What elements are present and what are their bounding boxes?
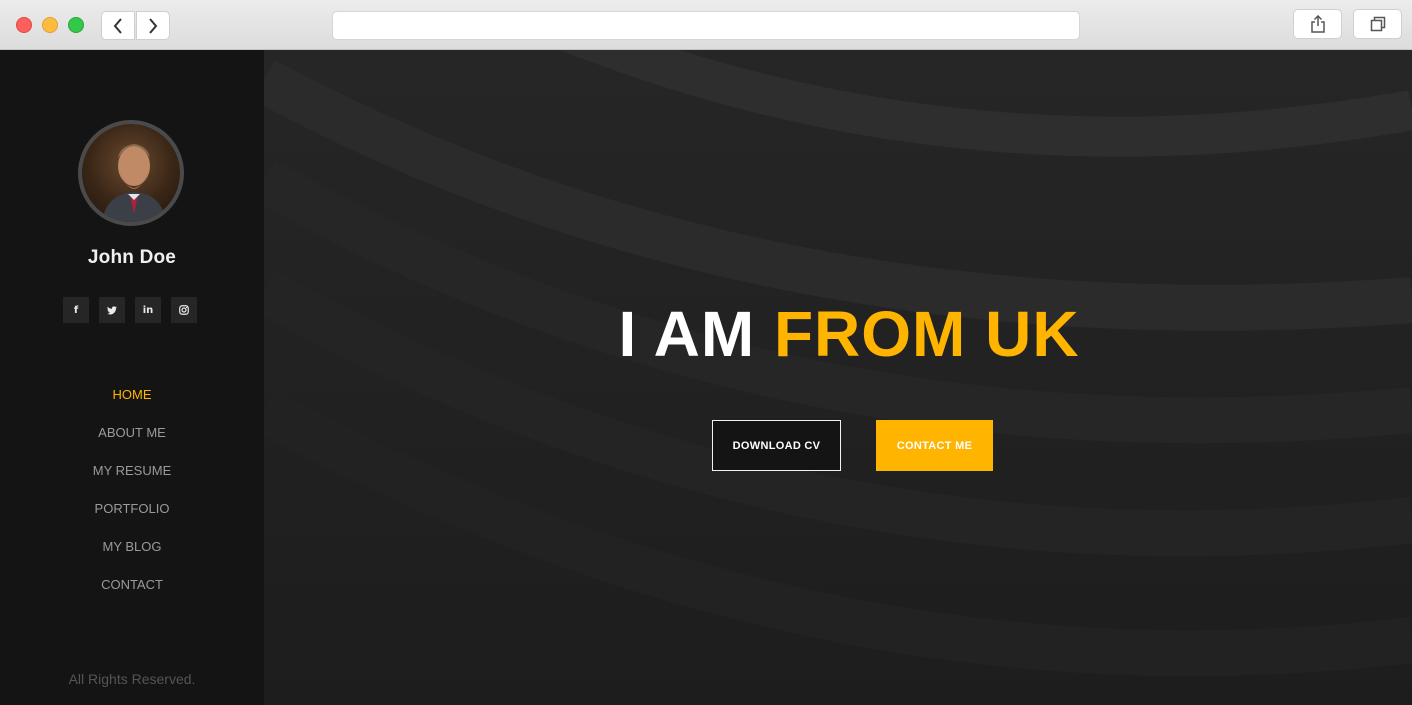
close-window-icon[interactable] bbox=[16, 17, 32, 33]
headline-accent-text: FROM UK bbox=[773, 298, 1080, 370]
nav-item-about-me[interactable]: ABOUT ME bbox=[0, 423, 264, 461]
main-nav: HOME ABOUT ME MY RESUME PORTFOLIO MY BLO… bbox=[0, 385, 264, 613]
chevron-right-icon bbox=[149, 17, 158, 34]
sidebar: John Doe f in HOME ABOUT ME MY RESUME PO… bbox=[0, 50, 264, 705]
browser-toolbar bbox=[0, 0, 1412, 50]
download-cv-button[interactable]: DOWNLOAD CV bbox=[712, 420, 841, 471]
hero-headline: I AM FROM UK bbox=[264, 297, 1412, 371]
instagram-icon[interactable] bbox=[171, 297, 197, 323]
nav-item-contact[interactable]: CONTACT bbox=[0, 575, 264, 613]
maximize-window-icon[interactable] bbox=[68, 17, 84, 33]
twitter-bird-icon bbox=[107, 305, 117, 314]
tabs-button[interactable] bbox=[1353, 9, 1402, 39]
nav-item-my-blog[interactable]: MY BLOG bbox=[0, 537, 264, 575]
tabs-icon bbox=[1370, 16, 1385, 32]
instagram-camera-icon bbox=[179, 305, 189, 315]
contact-me-button[interactable]: CONTACT ME bbox=[876, 420, 993, 471]
back-button[interactable] bbox=[101, 11, 135, 40]
nav-item-portfolio[interactable]: PORTFOLIO bbox=[0, 499, 264, 537]
address-bar[interactable] bbox=[332, 11, 1080, 40]
facebook-icon[interactable]: f bbox=[63, 297, 89, 323]
headline-white-text: I AM bbox=[618, 298, 756, 370]
avatar bbox=[78, 120, 184, 226]
minimize-window-icon[interactable] bbox=[42, 17, 58, 33]
share-button[interactable] bbox=[1293, 9, 1342, 39]
chevron-left-icon bbox=[113, 17, 122, 34]
twitter-icon[interactable] bbox=[99, 297, 125, 323]
profile-photo bbox=[102, 144, 166, 222]
social-links: f in bbox=[63, 297, 197, 323]
share-icon bbox=[1310, 15, 1325, 33]
nav-item-my-resume[interactable]: MY RESUME bbox=[0, 461, 264, 499]
copyright-text: All Rights Reserved. bbox=[68, 671, 196, 687]
profile-name: John Doe bbox=[87, 247, 177, 268]
wave-background bbox=[264, 50, 1412, 677]
linkedin-icon[interactable]: in bbox=[135, 297, 161, 323]
nav-item-home[interactable]: HOME bbox=[0, 385, 264, 423]
hero-section: I AM FROM UK DOWNLOAD CV CONTACT ME bbox=[264, 50, 1412, 705]
forward-button[interactable] bbox=[136, 11, 170, 40]
